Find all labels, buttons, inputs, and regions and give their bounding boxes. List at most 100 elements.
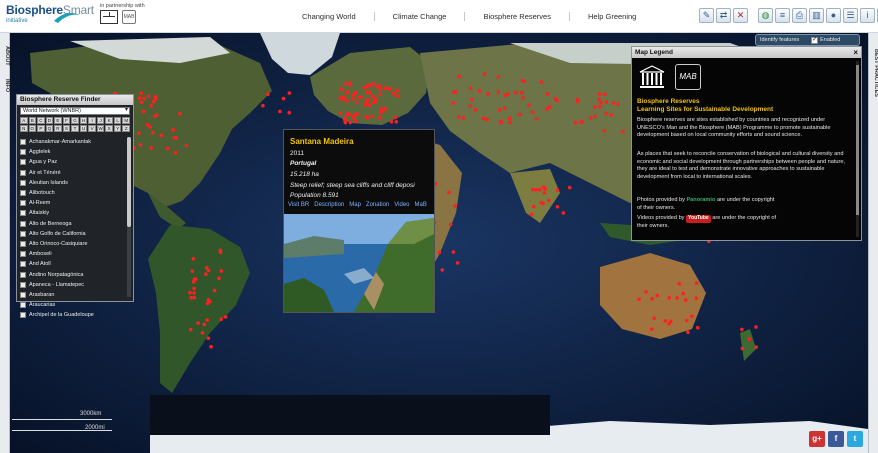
reserve-marker[interactable] <box>380 109 385 113</box>
reserve-marker[interactable] <box>345 99 350 103</box>
reserve-marker[interactable] <box>477 89 482 93</box>
reserve-marker[interactable] <box>145 122 150 127</box>
reserve-marker[interactable] <box>677 281 682 286</box>
reserve-list-item[interactable]: Achanakmar-Amarkantak <box>20 137 124 147</box>
reserve-marker[interactable] <box>537 187 542 192</box>
reserve-list-item[interactable]: And Atoll <box>20 259 124 269</box>
finder-scroll-thumb[interactable] <box>127 137 131 227</box>
reserve-marker[interactable] <box>754 325 758 329</box>
reserve-marker[interactable] <box>457 74 461 79</box>
letter-filter-button[interactable]: U <box>79 125 88 132</box>
reserve-marker[interactable] <box>573 120 578 125</box>
finder-scrollbar[interactable] <box>127 137 131 297</box>
reserve-marker[interactable] <box>440 268 445 272</box>
reserve-marker[interactable] <box>371 82 376 86</box>
reserve-marker[interactable] <box>593 114 597 119</box>
reserve-checkbox[interactable] <box>20 149 26 156</box>
globe-icon[interactable]: ◍ <box>758 8 773 23</box>
reserve-marker[interactable] <box>389 119 394 124</box>
reserve-checkbox[interactable] <box>20 281 26 288</box>
link-visit-br[interactable]: Visit BR <box>288 202 309 208</box>
reserve-marker[interactable] <box>604 111 608 116</box>
reserve-marker[interactable] <box>217 276 221 280</box>
reserve-marker[interactable] <box>437 250 442 255</box>
reserve-marker[interactable] <box>378 87 383 92</box>
reserve-marker[interactable] <box>174 136 179 140</box>
reserve-marker[interactable] <box>681 291 685 296</box>
reserve-marker[interactable] <box>393 115 398 120</box>
reserve-marker[interactable] <box>621 129 625 134</box>
reserve-marker[interactable] <box>357 95 362 100</box>
reserve-marker[interactable] <box>518 112 522 117</box>
reserve-marker[interactable] <box>151 99 156 104</box>
reserve-marker[interactable] <box>385 86 390 91</box>
reserve-checkbox[interactable] <box>20 139 26 146</box>
reserve-checkbox[interactable] <box>20 210 26 217</box>
edit-icon[interactable]: ✎ <box>699 8 714 23</box>
reserve-marker[interactable] <box>138 143 143 147</box>
reserve-marker[interactable] <box>219 269 224 273</box>
panoramio-logo-icon[interactable]: Panoramio <box>686 197 715 203</box>
reserve-marker[interactable] <box>616 102 621 106</box>
reserve-list-item[interactable]: Araucarias <box>20 300 124 310</box>
identify-checkbox[interactable]: ✓ <box>811 36 819 44</box>
reserve-marker[interactable] <box>644 290 648 294</box>
reserve-marker[interactable] <box>139 100 144 105</box>
reserve-marker[interactable] <box>567 185 572 190</box>
reserve-marker[interactable] <box>545 107 549 111</box>
reserve-marker[interactable] <box>219 317 223 322</box>
reserve-marker[interactable] <box>503 93 508 97</box>
reserve-marker[interactable] <box>338 111 343 116</box>
mab-logo-icon[interactable]: MAB <box>122 10 136 24</box>
legend-scroll-thumb[interactable] <box>856 65 859 215</box>
reserve-marker[interactable] <box>205 318 209 322</box>
reserve-marker[interactable] <box>609 113 613 117</box>
tab-info[interactable]: INFO <box>0 75 10 97</box>
reserve-list-item[interactable]: Aggtelek <box>20 147 124 157</box>
reserve-marker[interactable] <box>266 92 270 96</box>
letter-filter-button[interactable]: O <box>28 125 37 132</box>
reserve-marker[interactable] <box>373 100 378 104</box>
info-icon[interactable]: i <box>860 8 875 23</box>
reserve-marker[interactable] <box>153 95 158 99</box>
reserve-list-item[interactable]: Aleutian Islands <box>20 178 124 188</box>
reserve-marker[interactable] <box>541 185 546 189</box>
reserve-marker[interactable] <box>392 91 396 96</box>
reserve-marker[interactable] <box>473 108 478 112</box>
reserve-marker[interactable] <box>137 96 142 100</box>
reserve-marker[interactable] <box>452 90 456 95</box>
reserve-marker[interactable] <box>287 110 292 115</box>
reserve-list-item[interactable]: Andino Norpatagónica <box>20 269 124 279</box>
layers-icon[interactable]: ≡ <box>775 8 790 23</box>
letter-filter-button[interactable]: B <box>28 117 37 124</box>
reserve-marker[interactable] <box>684 318 689 323</box>
reserve-marker[interactable] <box>686 330 690 335</box>
reserve-list-item[interactable]: Air et Ténéré <box>20 168 124 178</box>
reserve-marker[interactable] <box>451 101 456 105</box>
reserve-marker[interactable] <box>468 86 473 90</box>
letter-filter-button[interactable]: Z <box>122 125 130 132</box>
reserve-marker[interactable] <box>188 290 192 295</box>
reserve-marker[interactable] <box>342 95 346 99</box>
reserve-marker[interactable] <box>456 115 461 119</box>
reserve-marker[interactable] <box>370 114 375 118</box>
letter-filter-button[interactable]: G <box>71 117 79 124</box>
letter-filter-button[interactable]: M <box>122 117 130 124</box>
reserve-marker[interactable] <box>461 116 466 120</box>
reserve-marker[interactable] <box>365 116 370 120</box>
letter-filter-button[interactable]: W <box>96 125 105 132</box>
reserve-marker[interactable] <box>205 301 210 306</box>
tab-best-practices[interactable]: BEST PRACTICES <box>869 43 878 103</box>
reserve-marker[interactable] <box>482 72 487 76</box>
reserve-marker[interactable] <box>348 81 352 85</box>
reserve-marker[interactable] <box>604 100 609 104</box>
reserve-marker[interactable] <box>205 265 209 270</box>
reserve-checkbox[interactable] <box>20 291 26 298</box>
reserve-marker[interactable] <box>555 205 560 209</box>
reserve-marker[interactable] <box>173 150 178 155</box>
reserve-marker[interactable] <box>171 128 176 132</box>
reserve-marker[interactable] <box>650 327 654 331</box>
reserve-marker[interactable] <box>754 345 758 349</box>
reserve-marker[interactable] <box>486 92 490 96</box>
reserve-marker[interactable] <box>696 325 700 330</box>
